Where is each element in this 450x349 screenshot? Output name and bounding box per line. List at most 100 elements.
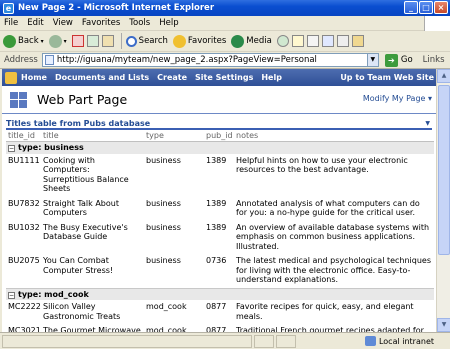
- cell-pub-id: 1389: [206, 155, 227, 165]
- links-button[interactable]: Links: [423, 55, 445, 65]
- cell-pub-id: 1389: [206, 198, 227, 208]
- group-header-business[interactable]: − type: business: [6, 141, 434, 154]
- forward-arrow-icon: [48, 34, 62, 48]
- table-row: MC2222 Silicon Valley Gastronomic Treats…: [6, 300, 434, 324]
- webpart-menu-arrow-icon[interactable]: ▼: [425, 120, 430, 127]
- maximize-button[interactable]: □: [419, 1, 433, 14]
- page-header: Web Part Page Modify My Page ▾: [2, 86, 436, 114]
- menu-edit[interactable]: Edit: [27, 18, 43, 28]
- security-zone: Local intranet: [364, 336, 434, 346]
- ie-icon: e: [3, 2, 14, 14]
- address-label: Address: [4, 55, 38, 65]
- cell-title-id: MC3021: [8, 326, 41, 332]
- nav-home[interactable]: Home: [21, 73, 47, 82]
- col-title-id[interactable]: title_id: [6, 130, 41, 142]
- menu-help[interactable]: Help: [159, 18, 178, 28]
- group-label: type: mod_cook: [18, 289, 89, 299]
- sharepoint-logo: [5, 71, 17, 84]
- webpart-title-text: Titles table from Pubs database: [6, 119, 151, 128]
- menu-view[interactable]: View: [53, 18, 73, 28]
- print-icon[interactable]: [306, 35, 319, 47]
- address-dropdown[interactable]: ▼: [366, 53, 379, 67]
- cell-title-id: MC2222: [8, 302, 41, 311]
- messenger-icon[interactable]: [351, 35, 364, 47]
- col-title[interactable]: title: [41, 130, 144, 142]
- cell-pub-id: 1389: [206, 222, 227, 232]
- col-notes[interactable]: notes: [234, 130, 434, 142]
- group-label: type: business: [18, 143, 84, 152]
- cell-title: The Gourmet Microwave: [43, 326, 141, 332]
- webpart-title: Titles table from Pubs database ▼: [6, 119, 432, 130]
- nav-site-settings[interactable]: Site Settings: [195, 73, 253, 82]
- favorites-label: Favorites: [187, 36, 227, 46]
- forward-button[interactable]: ▾: [48, 34, 67, 48]
- modify-my-page-link[interactable]: Modify My Page ▾: [363, 94, 432, 103]
- table-row: BU1032 The Busy Executive's Database Gui…: [6, 221, 434, 255]
- group-header-mod-cook[interactable]: − type: mod_cook: [6, 287, 434, 300]
- nav-up-to-team[interactable]: Up to Team Web Site: [340, 73, 434, 82]
- page-icon: [44, 55, 54, 65]
- page-title: Web Part Page: [37, 92, 128, 107]
- status-pane: [254, 334, 274, 348]
- windows-logo: [424, 16, 450, 31]
- nav-help[interactable]: Help: [261, 73, 282, 82]
- menu-file[interactable]: File: [4, 18, 18, 28]
- cell-notes: Traditional French gourmet recipes adapt…: [236, 326, 424, 332]
- cell-notes: Favorite recipes for quick, easy, and el…: [236, 302, 414, 321]
- cell-title: The Busy Executive's Database Guide: [43, 222, 128, 242]
- address-bar: Address http://iguana/myteam/new_page_2.…: [0, 52, 450, 69]
- back-arrow-icon: [3, 34, 16, 48]
- vertical-scrollbar[interactable]: ▲ ▼: [436, 69, 450, 332]
- search-label: Search: [138, 36, 168, 46]
- cell-title-id: BU1032: [8, 222, 40, 232]
- intranet-icon: [364, 336, 376, 346]
- media-button[interactable]: Media: [231, 34, 272, 48]
- search-button[interactable]: Search: [125, 35, 168, 47]
- col-pub-id[interactable]: pub_id: [204, 130, 234, 142]
- cell-title-id: BU1111: [8, 155, 40, 165]
- media-icon: [231, 34, 245, 48]
- menu-bar: File Edit View Favorites Tools Help: [0, 16, 450, 31]
- refresh-icon[interactable]: [86, 35, 99, 47]
- table-row: BU1111 Cooking with Computers: Surreptit…: [6, 154, 434, 197]
- close-button[interactable]: ×: [434, 1, 448, 14]
- cell-notes: An overview of available database system…: [236, 222, 430, 251]
- scroll-down-button[interactable]: ▼: [437, 318, 450, 332]
- history-icon[interactable]: [276, 35, 289, 47]
- back-button[interactable]: Back ▾: [3, 34, 44, 48]
- cell-title: Silicon Valley Gastronomic Treats: [43, 302, 121, 321]
- cell-pub-id: 0736: [206, 256, 227, 265]
- home-icon[interactable]: [101, 35, 114, 47]
- table-row: MC3021 The Gourmet Microwave mod_cook 08…: [6, 324, 434, 332]
- media-label: Media: [246, 36, 272, 46]
- stop-icon[interactable]: [71, 35, 84, 47]
- go-button[interactable]: ➔ Go: [384, 53, 413, 67]
- cell-type: business: [146, 222, 181, 232]
- window-title: New Page 2 - Microsoft Internet Explorer: [18, 3, 215, 13]
- cell-notes: Annotated analysis of what computers can…: [236, 198, 420, 218]
- cell-pub-id: 0877: [206, 302, 227, 311]
- go-label: Go: [400, 55, 413, 65]
- discuss-icon[interactable]: [336, 35, 349, 47]
- scroll-thumb[interactable]: [438, 85, 450, 255]
- menu-tools[interactable]: Tools: [129, 18, 150, 28]
- menu-favorites[interactable]: Favorites: [82, 18, 120, 28]
- address-input[interactable]: http://iguana/myteam/new_page_2.aspx?Pag…: [41, 53, 368, 67]
- collapse-icon[interactable]: −: [8, 291, 15, 299]
- nav-create[interactable]: Create: [157, 73, 187, 82]
- star-icon: [172, 34, 186, 48]
- edit-icon[interactable]: [321, 35, 334, 47]
- mail-icon[interactable]: [291, 35, 304, 47]
- cell-type: business: [146, 155, 181, 165]
- nav-documents[interactable]: Documents and Lists: [55, 73, 149, 82]
- table-header-row: title_id title type pub_id notes: [6, 130, 434, 142]
- collapse-icon[interactable]: −: [8, 145, 15, 152]
- cell-title: Straight Talk About Computers: [43, 198, 119, 218]
- table-row: BU2075 You Can Combat Computer Stress! b…: [6, 254, 434, 288]
- col-type[interactable]: type: [144, 130, 204, 142]
- favorites-button[interactable]: Favorites: [172, 34, 227, 48]
- cell-title-id: BU2075: [8, 256, 40, 265]
- minimize-button[interactable]: _: [404, 1, 418, 14]
- address-url: http://iguana/myteam/new_page_2.aspx?Pag…: [56, 55, 317, 65]
- scroll-up-button[interactable]: ▲: [437, 69, 450, 83]
